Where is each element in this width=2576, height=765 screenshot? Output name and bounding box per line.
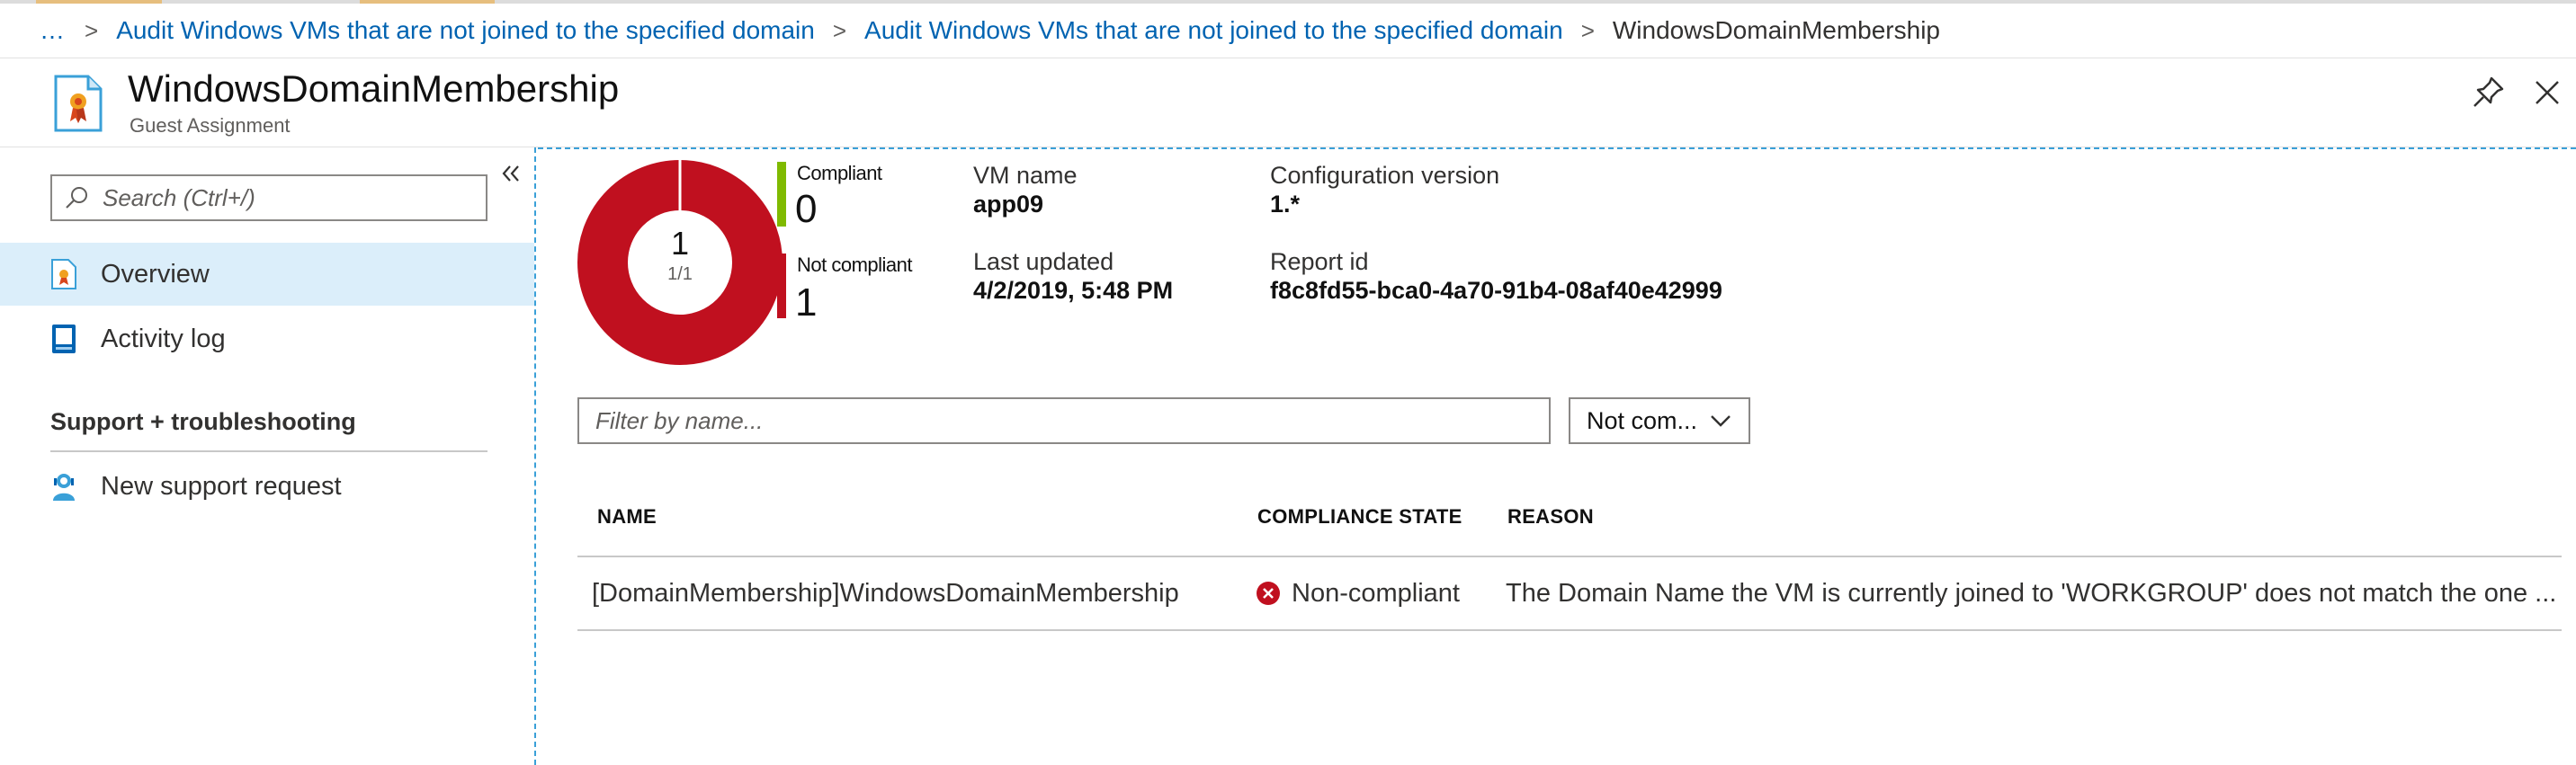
- noncompliant-legend-bar: [777, 254, 786, 318]
- dropdown-selected-value: Not com...: [1587, 406, 1698, 434]
- overview-icon: [51, 259, 76, 289]
- vm-name-label: VM name: [973, 162, 1078, 189]
- chevron-down-icon: [1711, 415, 1731, 427]
- donut-center-label: 1 1/1: [577, 225, 783, 285]
- config-version-label: Configuration version: [1270, 162, 1500, 189]
- report-id-label: Report id: [1270, 248, 1369, 275]
- breadcrumb-separator: >: [832, 16, 847, 44]
- donut-ratio: 1/1: [667, 264, 693, 284]
- noncompliant-label: Not compliant: [797, 254, 913, 276]
- last-updated-value: 4/2/2019, 5:48 PM: [973, 277, 1174, 304]
- column-header-reason[interactable]: REASON: [1507, 505, 1594, 529]
- row-name[interactable]: [DomainMembership]WindowsDomainMembershi…: [592, 579, 1179, 609]
- row-reason: The Domain Name the VM is currently join…: [1506, 579, 2557, 608]
- column-header-name[interactable]: NAME: [597, 505, 657, 529]
- close-icon[interactable]: [2527, 73, 2567, 112]
- row-compliance-state: Non-compliant: [1292, 579, 1460, 608]
- breadcrumb-policy-link[interactable]: Audit Windows VMs that are not joined to…: [116, 16, 815, 45]
- menu-search-box[interactable]: [50, 174, 487, 221]
- breadcrumb-assignment-link[interactable]: Audit Windows VMs that are not joined to…: [864, 16, 1563, 45]
- vm-name-value: app09: [973, 191, 1044, 218]
- menu-section-support: Support + troubleshooting: [50, 408, 487, 452]
- breadcrumb-ellipsis[interactable]: …: [40, 16, 67, 45]
- column-header-compliance-state[interactable]: COMPLIANCE STATE: [1257, 505, 1462, 529]
- sidebar-item-new-support-request[interactable]: New support request: [0, 455, 534, 518]
- sidebar-item-label: Overview: [101, 259, 210, 289]
- activity-log-icon: [52, 325, 76, 353]
- page-title: WindowsDomainMembership: [128, 67, 620, 110]
- filter-input[interactable]: [595, 406, 1531, 435]
- support-request-icon: [53, 474, 75, 501]
- config-version-value: 1.*: [1270, 191, 1301, 218]
- search-icon: [66, 187, 87, 209]
- compliance-state-dropdown[interactable]: Not com...: [1569, 397, 1750, 444]
- error-status-icon: [1257, 582, 1280, 605]
- noncompliant-count: 1: [795, 280, 818, 325]
- donut-total: 1: [670, 225, 690, 262]
- sidebar-item-label: New support request: [101, 471, 342, 501]
- compliance-table: NAME COMPLIANCE STATE REASON [DomainMemb…: [577, 476, 2562, 631]
- report-id-value: f8c8fd55-bca0-4a70-91b4-08af40e42999: [1270, 277, 1722, 304]
- main-content: 1 1/1 Compliant 0 Not compliant 1 VM nam…: [538, 147, 2576, 765]
- page-subtitle: Guest Assignment: [130, 114, 291, 137]
- sidebar-item-activity-log[interactable]: Activity log: [0, 307, 534, 370]
- table-row[interactable]: [DomainMembership]WindowsDomainMembershi…: [577, 557, 2562, 631]
- breadcrumb-current: WindowsDomainMembership: [1612, 16, 1940, 44]
- last-updated-label: Last updated: [973, 248, 1114, 275]
- sidebar-item-label: Activity log: [101, 324, 226, 353]
- compliant-count: 0: [795, 187, 818, 231]
- guest-assignment-icon: [54, 75, 103, 132]
- filter-box[interactable]: [577, 397, 1551, 444]
- breadcrumb: … > Audit Windows VMs that are not joine…: [0, 7, 2576, 54]
- compliant-label: Compliant: [797, 162, 882, 184]
- blade-header: WindowsDomainMembership Guest Assignment: [0, 58, 2576, 147]
- compliant-legend-bar: [777, 162, 786, 227]
- breadcrumb-separator: >: [85, 16, 99, 44]
- left-menu: Overview Activity log Support + troubles…: [0, 147, 536, 765]
- menu-search-input[interactable]: [103, 183, 462, 212]
- sidebar-item-overview[interactable]: Overview: [0, 243, 534, 306]
- collapse-menu-icon[interactable]: [498, 160, 525, 187]
- table-header: NAME COMPLIANCE STATE REASON: [577, 476, 2562, 557]
- top-accent-bar: [0, 0, 2576, 4]
- breadcrumb-separator: >: [1580, 16, 1595, 44]
- pin-icon[interactable]: [2468, 73, 2508, 112]
